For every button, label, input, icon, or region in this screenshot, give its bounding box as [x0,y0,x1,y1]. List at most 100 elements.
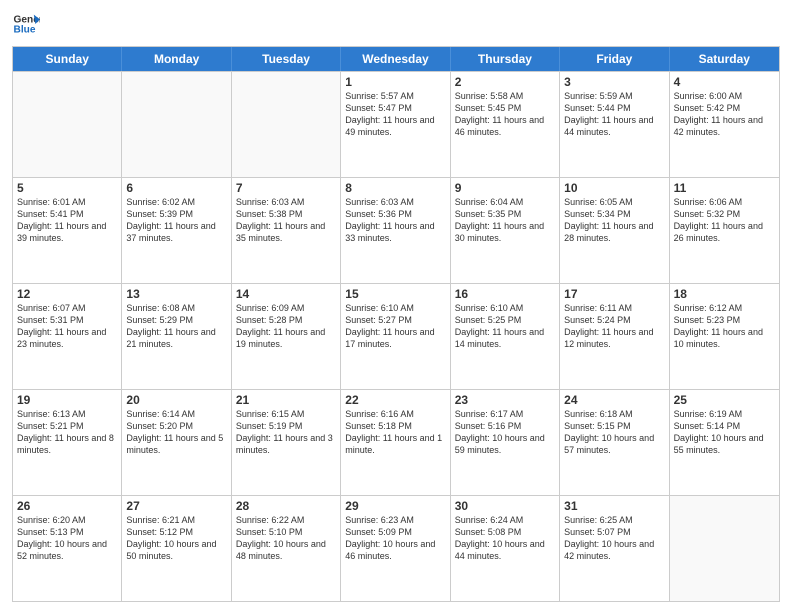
daylight-label: Daylight: 10 hours and 48 minutes. [236,539,326,561]
daylight-label: Daylight: 11 hours and 5 minutes. [126,433,223,455]
day-cell: 23 Sunrise: 6:17 AM Sunset: 5:16 PM Dayl… [451,390,560,495]
cell-info: Sunrise: 6:01 AM Sunset: 5:41 PM Dayligh… [17,196,117,245]
day-cell: 3 Sunrise: 5:59 AM Sunset: 5:44 PM Dayli… [560,72,669,177]
cell-info: Sunrise: 6:10 AM Sunset: 5:25 PM Dayligh… [455,302,555,351]
day-cell: 12 Sunrise: 6:07 AM Sunset: 5:31 PM Dayl… [13,284,122,389]
sunrise-label: Sunrise: 5:57 AM [345,91,414,101]
cell-info: Sunrise: 6:22 AM Sunset: 5:10 PM Dayligh… [236,514,336,563]
day-number: 11 [674,181,775,195]
weekday-header: Sunday [13,47,122,71]
sunrise-label: Sunrise: 6:03 AM [345,197,414,207]
sunset-label: Sunset: 5:47 PM [345,103,412,113]
daylight-label: Daylight: 11 hours and 39 minutes. [17,221,106,243]
sunrise-label: Sunrise: 6:16 AM [345,409,414,419]
sunset-label: Sunset: 5:34 PM [564,209,631,219]
logo-icon: General Blue [12,10,40,38]
cell-info: Sunrise: 6:13 AM Sunset: 5:21 PM Dayligh… [17,408,117,457]
calendar: SundayMondayTuesdayWednesdayThursdayFrid… [12,46,780,602]
cell-info: Sunrise: 5:57 AM Sunset: 5:47 PM Dayligh… [345,90,445,139]
sunset-label: Sunset: 5:19 PM [236,421,303,431]
weekday-header: Monday [122,47,231,71]
sunset-label: Sunset: 5:21 PM [17,421,84,431]
day-number: 20 [126,393,226,407]
logo: General Blue [12,10,44,38]
sunrise-label: Sunrise: 6:21 AM [126,515,195,525]
cell-info: Sunrise: 6:14 AM Sunset: 5:20 PM Dayligh… [126,408,226,457]
day-number: 19 [17,393,117,407]
day-cell: 31 Sunrise: 6:25 AM Sunset: 5:07 PM Dayl… [560,496,669,601]
sunrise-label: Sunrise: 6:14 AM [126,409,195,419]
day-number: 26 [17,499,117,513]
day-cell: 19 Sunrise: 6:13 AM Sunset: 5:21 PM Dayl… [13,390,122,495]
sunset-label: Sunset: 5:20 PM [126,421,193,431]
sunrise-label: Sunrise: 6:02 AM [126,197,195,207]
daylight-label: Daylight: 11 hours and 35 minutes. [236,221,325,243]
calendar-row: 5 Sunrise: 6:01 AM Sunset: 5:41 PM Dayli… [13,177,779,283]
day-cell: 30 Sunrise: 6:24 AM Sunset: 5:08 PM Dayl… [451,496,560,601]
day-cell: 25 Sunrise: 6:19 AM Sunset: 5:14 PM Dayl… [670,390,779,495]
cell-info: Sunrise: 6:03 AM Sunset: 5:38 PM Dayligh… [236,196,336,245]
cell-info: Sunrise: 6:18 AM Sunset: 5:15 PM Dayligh… [564,408,664,457]
sunrise-label: Sunrise: 6:24 AM [455,515,524,525]
daylight-label: Daylight: 11 hours and 28 minutes. [564,221,653,243]
day-cell: 6 Sunrise: 6:02 AM Sunset: 5:39 PM Dayli… [122,178,231,283]
day-cell: 16 Sunrise: 6:10 AM Sunset: 5:25 PM Dayl… [451,284,560,389]
sunset-label: Sunset: 5:39 PM [126,209,193,219]
sunrise-label: Sunrise: 6:19 AM [674,409,743,419]
daylight-label: Daylight: 11 hours and 14 minutes. [455,327,544,349]
header: General Blue [12,10,780,38]
daylight-label: Daylight: 11 hours and 37 minutes. [126,221,215,243]
sunset-label: Sunset: 5:27 PM [345,315,412,325]
day-number: 18 [674,287,775,301]
day-cell: 2 Sunrise: 5:58 AM Sunset: 5:45 PM Dayli… [451,72,560,177]
sunset-label: Sunset: 5:10 PM [236,527,303,537]
sunset-label: Sunset: 5:12 PM [126,527,193,537]
sunset-label: Sunset: 5:18 PM [345,421,412,431]
day-number: 21 [236,393,336,407]
sunset-label: Sunset: 5:36 PM [345,209,412,219]
day-number: 2 [455,75,555,89]
day-cell: 21 Sunrise: 6:15 AM Sunset: 5:19 PM Dayl… [232,390,341,495]
sunset-label: Sunset: 5:41 PM [17,209,84,219]
daylight-label: Daylight: 11 hours and 19 minutes. [236,327,325,349]
sunrise-label: Sunrise: 6:11 AM [564,303,632,313]
weekday-header: Saturday [670,47,779,71]
sunrise-label: Sunrise: 6:10 AM [345,303,414,313]
sunrise-label: Sunrise: 5:59 AM [564,91,633,101]
calendar-row: 19 Sunrise: 6:13 AM Sunset: 5:21 PM Dayl… [13,389,779,495]
cell-info: Sunrise: 6:19 AM Sunset: 5:14 PM Dayligh… [674,408,775,457]
sunrise-label: Sunrise: 6:25 AM [564,515,633,525]
day-number: 10 [564,181,664,195]
day-cell: 22 Sunrise: 6:16 AM Sunset: 5:18 PM Dayl… [341,390,450,495]
calendar-row: 12 Sunrise: 6:07 AM Sunset: 5:31 PM Dayl… [13,283,779,389]
daylight-label: Daylight: 11 hours and 12 minutes. [564,327,653,349]
daylight-label: Daylight: 11 hours and 26 minutes. [674,221,763,243]
day-cell: 10 Sunrise: 6:05 AM Sunset: 5:34 PM Dayl… [560,178,669,283]
cell-info: Sunrise: 6:07 AM Sunset: 5:31 PM Dayligh… [17,302,117,351]
day-number: 17 [564,287,664,301]
calendar-row: 26 Sunrise: 6:20 AM Sunset: 5:13 PM Dayl… [13,495,779,601]
daylight-label: Daylight: 10 hours and 42 minutes. [564,539,654,561]
day-cell: 24 Sunrise: 6:18 AM Sunset: 5:15 PM Dayl… [560,390,669,495]
cell-info: Sunrise: 6:20 AM Sunset: 5:13 PM Dayligh… [17,514,117,563]
day-number: 27 [126,499,226,513]
daylight-label: Daylight: 11 hours and 44 minutes. [564,115,653,137]
cell-info: Sunrise: 6:05 AM Sunset: 5:34 PM Dayligh… [564,196,664,245]
cell-info: Sunrise: 6:04 AM Sunset: 5:35 PM Dayligh… [455,196,555,245]
sunrise-label: Sunrise: 6:08 AM [126,303,195,313]
day-cell: 1 Sunrise: 5:57 AM Sunset: 5:47 PM Dayli… [341,72,450,177]
sunrise-label: Sunrise: 6:05 AM [564,197,633,207]
sunset-label: Sunset: 5:44 PM [564,103,631,113]
sunset-label: Sunset: 5:14 PM [674,421,741,431]
cell-info: Sunrise: 5:58 AM Sunset: 5:45 PM Dayligh… [455,90,555,139]
day-cell: 5 Sunrise: 6:01 AM Sunset: 5:41 PM Dayli… [13,178,122,283]
day-cell: 8 Sunrise: 6:03 AM Sunset: 5:36 PM Dayli… [341,178,450,283]
day-cell: 11 Sunrise: 6:06 AM Sunset: 5:32 PM Dayl… [670,178,779,283]
cell-info: Sunrise: 6:09 AM Sunset: 5:28 PM Dayligh… [236,302,336,351]
day-number: 4 [674,75,775,89]
day-cell: 7 Sunrise: 6:03 AM Sunset: 5:38 PM Dayli… [232,178,341,283]
sunset-label: Sunset: 5:35 PM [455,209,522,219]
calendar-body: 1 Sunrise: 5:57 AM Sunset: 5:47 PM Dayli… [13,71,779,601]
day-number: 30 [455,499,555,513]
sunrise-label: Sunrise: 6:10 AM [455,303,524,313]
